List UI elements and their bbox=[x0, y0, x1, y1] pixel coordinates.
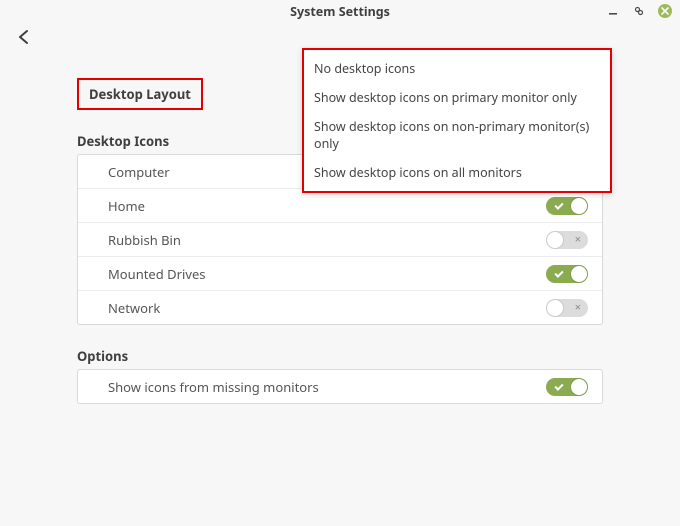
window-root: System Settings Desktop Layout Desktop I… bbox=[0, 0, 680, 526]
toggle-mounted-drives[interactable] bbox=[546, 265, 588, 283]
row-label: Network bbox=[108, 299, 160, 317]
row-rubbish-bin: Rubbish Bin bbox=[78, 222, 602, 256]
row-label: Home bbox=[108, 197, 145, 215]
window-title: System Settings bbox=[290, 3, 390, 20]
dropdown-item[interactable]: Show desktop icons on non-primary monito… bbox=[304, 112, 610, 158]
toggle-home[interactable] bbox=[546, 197, 588, 215]
row-missing-monitors: Show icons from missing monitors bbox=[78, 370, 602, 403]
back-button[interactable] bbox=[14, 27, 34, 47]
row-home: Home bbox=[78, 188, 602, 222]
row-label: Show icons from missing monitors bbox=[108, 378, 319, 396]
dropdown-item[interactable]: Show desktop icons on all monitors bbox=[304, 158, 610, 187]
maximize-button[interactable] bbox=[632, 4, 646, 18]
toggle-rubbish-bin[interactable] bbox=[546, 231, 588, 249]
toggle-network[interactable] bbox=[546, 299, 588, 317]
row-label: Mounted Drives bbox=[108, 265, 206, 283]
options-header: Options bbox=[77, 347, 603, 365]
titlebar: System Settings bbox=[0, 0, 680, 22]
close-button[interactable] bbox=[658, 4, 672, 18]
desktop-layout-dropdown[interactable]: No desktop icons Show desktop icons on p… bbox=[302, 48, 612, 193]
options-panel: Show icons from missing monitors bbox=[77, 369, 603, 404]
dropdown-item[interactable]: Show desktop icons on primary monitor on… bbox=[304, 83, 610, 112]
toggle-missing-monitors[interactable] bbox=[546, 378, 588, 396]
row-label: Computer bbox=[108, 163, 170, 181]
row-label: Rubbish Bin bbox=[108, 231, 181, 249]
page-header: Desktop Layout bbox=[77, 78, 203, 110]
window-controls bbox=[606, 4, 672, 18]
minimize-button[interactable] bbox=[606, 4, 620, 18]
row-mounted-drives: Mounted Drives bbox=[78, 256, 602, 290]
row-network: Network bbox=[78, 290, 602, 324]
dropdown-item[interactable]: No desktop icons bbox=[304, 54, 610, 83]
